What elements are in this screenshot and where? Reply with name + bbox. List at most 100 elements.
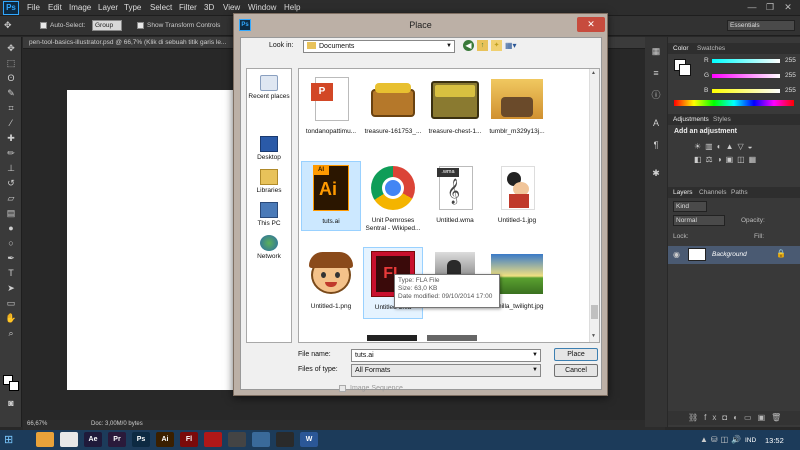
close-icon[interactable]: ✕ bbox=[781, 2, 795, 13]
look-in-dropdown[interactable]: Documents ▼ bbox=[303, 40, 455, 53]
file-list-scrollbar[interactable]: ▲ ▼ bbox=[589, 69, 599, 342]
red-app-icon[interactable] bbox=[204, 432, 222, 447]
place-network[interactable]: Network bbox=[247, 235, 291, 260]
clock[interactable]: 13:52 bbox=[765, 436, 784, 445]
file-item[interactable]: treasure-161753_... bbox=[363, 75, 423, 136]
steam-icon[interactable] bbox=[252, 432, 270, 447]
menu-3d[interactable]: 3D bbox=[204, 3, 214, 12]
blend-mode-dropdown[interactable]: Normal bbox=[673, 215, 725, 226]
new-folder-icon[interactable]: ✦ bbox=[491, 40, 502, 51]
back-icon[interactable]: ◀ bbox=[463, 40, 474, 51]
restore-icon[interactable]: ❐ bbox=[763, 2, 777, 13]
auto-select-checkbox[interactable] bbox=[40, 22, 47, 29]
channel-g-slider[interactable] bbox=[712, 74, 780, 78]
scroll-thumb[interactable] bbox=[591, 305, 598, 319]
menu-window[interactable]: Window bbox=[248, 3, 276, 12]
minimize-icon[interactable]: — bbox=[745, 2, 759, 13]
up-folder-icon[interactable]: ↑ bbox=[477, 40, 488, 51]
image-sequence-checkbox[interactable] bbox=[339, 385, 346, 392]
file-item[interactable]: treasure-chest-1... bbox=[425, 75, 485, 136]
menu-select[interactable]: Select bbox=[150, 3, 172, 12]
place-libraries[interactable]: Libraries bbox=[247, 169, 291, 194]
paths-tab[interactable]: Paths bbox=[728, 187, 748, 198]
layer-filter-kind[interactable]: Kind bbox=[673, 201, 707, 212]
channel-r-slider[interactable] bbox=[712, 59, 780, 63]
menu-image[interactable]: Image bbox=[69, 3, 91, 12]
layers-tab[interactable]: Layers bbox=[670, 187, 693, 198]
quick-select-icon[interactable]: ✎ bbox=[5, 87, 17, 99]
disc-icon[interactable] bbox=[228, 432, 246, 447]
show-transform-checkbox[interactable] bbox=[137, 22, 144, 29]
brush-icon[interactable]: ✏ bbox=[5, 147, 17, 159]
info-panel-icon[interactable]: ⓘ bbox=[650, 89, 662, 101]
path-select-icon[interactable]: ➤ bbox=[5, 282, 17, 294]
menu-type[interactable]: Type bbox=[124, 3, 141, 12]
swatches-tab[interactable]: Swatches bbox=[694, 43, 725, 54]
channels-tab[interactable]: Channels bbox=[696, 187, 726, 198]
premiere-icon[interactable]: Pr bbox=[108, 432, 126, 447]
layer-name[interactable]: Background bbox=[712, 251, 747, 258]
place-desktop[interactable]: Desktop bbox=[247, 136, 291, 161]
after-effects-icon[interactable]: Ae bbox=[84, 432, 102, 447]
adjustments-tab[interactable]: Adjustments bbox=[670, 114, 709, 125]
scroll-up-icon[interactable]: ▲ bbox=[591, 70, 596, 76]
gradient-icon[interactable]: ▤ bbox=[5, 207, 17, 219]
shape-icon[interactable]: ▭ bbox=[5, 297, 17, 309]
menu-filter[interactable]: Filter bbox=[179, 3, 197, 12]
scroll-down-icon[interactable]: ▼ bbox=[591, 333, 596, 339]
menu-edit[interactable]: Edit bbox=[48, 3, 62, 12]
adjustment-icons-grid[interactable]: ☀▥◐▲▽◒ ◧⚖◑▣◫▦ bbox=[694, 140, 784, 170]
paragraph-panel-icon[interactable]: ¶ bbox=[650, 139, 662, 151]
quick-mask-icon[interactable]: ◙ bbox=[5, 397, 17, 409]
menu-file[interactable]: File bbox=[27, 3, 40, 12]
zoom-level[interactable]: 66,67% bbox=[27, 421, 47, 427]
marquee-icon[interactable]: ⬚ bbox=[5, 57, 17, 69]
dialog-titlebar[interactable]: Ps Place ✕ bbox=[234, 14, 607, 37]
media-icon[interactable] bbox=[276, 432, 294, 447]
language-indicator[interactable]: IND bbox=[745, 437, 756, 444]
visibility-eye-icon[interactable]: ◉ bbox=[673, 250, 680, 259]
properties-panel-icon[interactable]: ≡ bbox=[650, 67, 662, 79]
folder-icon[interactable] bbox=[36, 432, 54, 447]
channel-g-value[interactable]: 255 bbox=[785, 72, 796, 79]
pen-icon[interactable]: ✒ bbox=[5, 252, 17, 264]
illustrator-icon[interactable]: Ai bbox=[156, 432, 174, 447]
color-ramp[interactable] bbox=[674, 100, 794, 106]
document-canvas[interactable] bbox=[67, 90, 235, 390]
channel-r-value[interactable]: 255 bbox=[785, 57, 796, 64]
styles-tab[interactable]: Styles bbox=[710, 114, 731, 125]
file-item[interactable]: Unit Pemroses Sentral - Wikiped... bbox=[363, 164, 423, 233]
channel-b-slider[interactable] bbox=[712, 89, 780, 93]
bg-color-chip[interactable] bbox=[679, 64, 691, 76]
color-tab[interactable]: Color bbox=[670, 43, 689, 54]
workspace-dropdown[interactable]: Essentials bbox=[727, 20, 795, 31]
place-button[interactable]: Place bbox=[554, 348, 598, 361]
hand-icon[interactable]: ✋ bbox=[5, 312, 17, 324]
blur-icon[interactable]: ● bbox=[5, 222, 17, 234]
file-name-input[interactable]: tuts.ai ▼ bbox=[351, 349, 541, 362]
layers-footer-buttons[interactable]: ⛓fx◘◐▭▣🗑 bbox=[668, 411, 800, 425]
place-this-pc[interactable]: This PC bbox=[247, 202, 291, 227]
healing-icon[interactable]: ✚ bbox=[5, 132, 17, 144]
auto-select-dropdown[interactable]: Group bbox=[92, 20, 122, 31]
word-icon[interactable]: W bbox=[300, 432, 318, 447]
windows-start-icon[interactable]: ⊞ bbox=[4, 433, 20, 447]
type-icon[interactable]: T bbox=[5, 267, 17, 279]
flash-icon[interactable]: Fl bbox=[180, 432, 198, 447]
move-tool-icon[interactable]: ✥ bbox=[4, 20, 12, 31]
menu-view[interactable]: View bbox=[223, 3, 240, 12]
channel-b-value[interactable]: 255 bbox=[785, 87, 796, 94]
file-item[interactable]: tumblr_m329y13j... bbox=[487, 75, 547, 136]
character-panel-icon[interactable]: A bbox=[650, 117, 662, 129]
history-brush-icon[interactable]: ↺ bbox=[5, 177, 17, 189]
file-type-dropdown[interactable]: All Formats ▼ bbox=[351, 364, 541, 377]
lasso-icon[interactable]: ʘ bbox=[5, 72, 17, 84]
file-item[interactable]: Untitled-1.png bbox=[301, 250, 361, 311]
chrome-icon[interactable] bbox=[60, 432, 78, 447]
layer-row-background[interactable]: ◉ Background 🔒 bbox=[668, 246, 800, 264]
file-item-selected[interactable]: AI Ai tuts.ai bbox=[301, 161, 361, 231]
file-item[interactable]: .wma 𝄞 Untitled.wma bbox=[425, 164, 485, 225]
tray-icons[interactable]: ▲⛁◫🔊 bbox=[700, 435, 744, 444]
eyedropper-icon[interactable]: ⁄ bbox=[5, 117, 17, 129]
background-color-swatch[interactable] bbox=[9, 381, 19, 391]
